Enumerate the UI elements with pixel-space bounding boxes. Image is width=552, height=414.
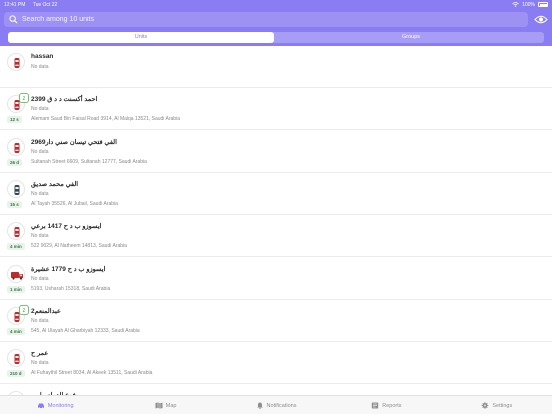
unit-name: الفي محمد صديق xyxy=(31,180,79,188)
tab-settings[interactable]: Settings xyxy=(442,396,552,414)
tab-monitoring[interactable]: Monitoring xyxy=(0,396,110,414)
tab-notifications[interactable]: Notifications xyxy=(221,396,331,414)
tab-label: Settings xyxy=(492,402,513,409)
last-update-badge: 4 min xyxy=(7,327,25,335)
unit-status: No data xyxy=(31,317,49,324)
last-update-badge: 15 s xyxy=(7,200,22,208)
search-input[interactable] xyxy=(22,12,522,27)
battery-percent: 100% xyxy=(522,1,535,8)
sleep-icon: z xyxy=(19,93,29,104)
unit-address: Al Fuhaythil Street 8034, Al Akeek 13511… xyxy=(31,370,153,377)
unit-status: No data xyxy=(31,360,49,367)
header: 12:41 PM Tue Oct 22 100% Units Groups xyxy=(0,0,552,46)
tab-label: Monitoring xyxy=(47,402,74,409)
unit-address: Alemam Saud Bin Faisal Road 3914, Al Mal… xyxy=(31,116,180,123)
unit-row[interactable]: z 12 s احمد أكسنت د د ق 2399 No data Alemam … xyxy=(0,88,552,131)
unit-row[interactable]: 26 d الفي فتحي تيسان صني دار2969 No data Su… xyxy=(0,131,552,173)
wifi-icon xyxy=(512,2,519,7)
unit-name: ايسوزو ب د ح 1417 برعي xyxy=(31,223,102,231)
unit-status: No data xyxy=(31,148,49,155)
unit-name: احمد أكسنت د د ق 2399 xyxy=(31,96,98,104)
gear-icon xyxy=(481,402,489,409)
truck-red-icon xyxy=(7,264,25,283)
unit-address: 545, Al Ulayah Al Gharbiyah 12333, Saudi… xyxy=(31,327,140,334)
unit-address: Sultanah Street 6609, Sultanah 12777, Sa… xyxy=(31,158,147,165)
unit-status: No data xyxy=(31,106,49,113)
unit-status: No data xyxy=(31,190,49,197)
unit-row[interactable]: 210 d عمر ح No data Al Fuhaythil Street 803… xyxy=(0,342,552,385)
unit-row[interactable]: فرع الدمام راميNo data xyxy=(0,384,552,395)
segment-control: Units Groups xyxy=(8,32,544,43)
unit-name: ايسوزو ب د ح 1779 عشيرة xyxy=(31,265,106,273)
last-update-badge: 26 d xyxy=(7,158,23,166)
unit-name: عبدالمنعم2 xyxy=(31,307,61,315)
svg-text:z: z xyxy=(23,308,26,314)
unit-row[interactable]: 15 s الفي محمد صديق No data Al Tayah 35526,… xyxy=(0,173,552,215)
battery-icon xyxy=(538,2,548,7)
tab-reports[interactable]: Reports xyxy=(331,396,441,414)
unit-row[interactable]: z 4 min عبدالمنعم2 No data 545, Al Ulayah Al… xyxy=(0,300,552,342)
unit-status: No data xyxy=(31,233,49,240)
search-box[interactable] xyxy=(4,12,528,27)
unit-name: الفي فتحي تيسان صني دار2969 xyxy=(31,138,117,146)
last-update-badge: 12 s xyxy=(7,116,22,124)
bottom-tab-bar: Monitoring Map Notifications Reports Setting… xyxy=(0,395,552,414)
car-dark-icon xyxy=(7,179,25,198)
unit-row[interactable]: hassan No data xyxy=(0,46,552,88)
unit-name: عمر ح xyxy=(31,350,49,358)
app-screen: 12:41 PM Tue Oct 22 100% Units Groups ha… xyxy=(0,0,552,414)
bell-icon xyxy=(256,402,264,409)
tab-label: Reports xyxy=(382,402,402,409)
units-list: hassan No data z 12 s احمد أكسنت د د ق 2399 N… xyxy=(0,46,552,395)
unit-row[interactable]: 1 min ايسوزو ب د ح 1779 عشيرة No data 5193,… xyxy=(0,258,552,300)
status-bar: 12:41 PM Tue Oct 22 100% xyxy=(0,0,552,9)
search-icon xyxy=(9,15,18,24)
map-icon xyxy=(155,402,163,409)
unit-address: 522 9029, Al Natheem 14813, Saudi Arabia xyxy=(31,243,127,250)
sleep-icon: z xyxy=(19,304,29,315)
last-update-badge: 210 d xyxy=(7,370,25,378)
last-update-badge: 1 min xyxy=(7,285,25,293)
last-update-badge: 4 min xyxy=(7,243,25,251)
svg-text:z: z xyxy=(23,96,26,102)
car-icon xyxy=(37,402,45,409)
search-row xyxy=(4,12,548,27)
unit-status: No data xyxy=(31,275,49,282)
status-time: 12:41 PM xyxy=(4,2,26,8)
unit-address: 5193, Usharah 15318, Saudi Arabia xyxy=(31,285,111,292)
tab-units[interactable]: Units xyxy=(8,32,274,43)
tab-map[interactable]: Map xyxy=(110,396,220,414)
tab-label: Map xyxy=(165,402,177,409)
unit-status: No data xyxy=(31,64,49,70)
car-red-icon xyxy=(7,137,25,156)
eye-icon[interactable] xyxy=(534,14,548,25)
tab-label: Notifications xyxy=(266,402,297,409)
tab-groups[interactable]: Groups xyxy=(278,32,544,43)
car-red-icon xyxy=(7,349,25,368)
status-date: Tue Oct 22 xyxy=(32,2,58,8)
unit-row[interactable]: 4 min ايسوزو ب د ح 1417 برعي No data 522 90… xyxy=(0,215,552,258)
reports-icon xyxy=(371,402,379,409)
car-red-icon xyxy=(7,222,25,241)
unit-address: Al Tayah 35526, Al Jubail, Saudi Arabia xyxy=(31,200,118,207)
unit-name: hassan xyxy=(31,53,54,60)
car-red-icon xyxy=(7,53,25,71)
